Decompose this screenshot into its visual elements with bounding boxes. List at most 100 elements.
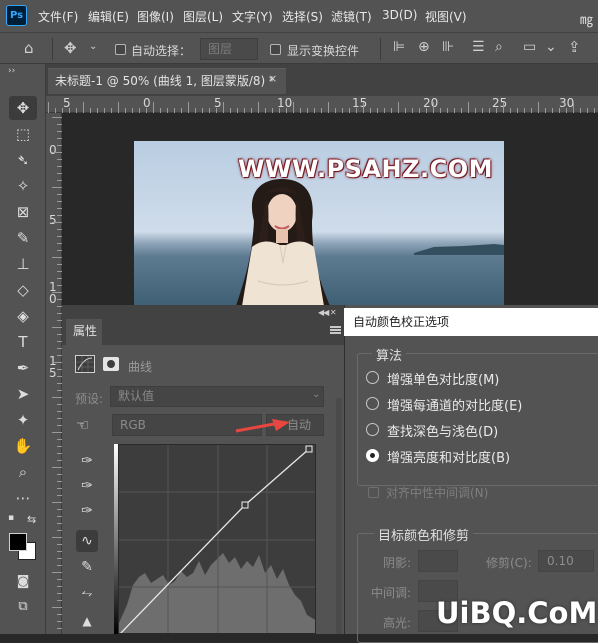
menu-view[interactable]: 视图(V) (425, 8, 467, 25)
auto-select-checkbox[interactable] (115, 44, 126, 55)
vertical-ruler: 0 5 1 0 1 5 (46, 113, 62, 634)
white-point-eyedropper-icon[interactable]: ✑ (76, 500, 98, 522)
radio-find-dark-light[interactable] (366, 423, 379, 436)
brush-tool-icon[interactable]: ✎ (9, 226, 37, 250)
radio-enhance-brightness-contrast[interactable] (366, 449, 379, 462)
target-colors-group-label: 目标颜色和修剪 (374, 525, 474, 544)
preset-dropdown[interactable]: 默认值 (110, 386, 324, 407)
ruler-tick (223, 102, 224, 113)
menu-image[interactable]: 图像(I) (137, 8, 174, 25)
ruler-label: 1 0 (49, 280, 57, 306)
clip-label: 修剪(C): (486, 556, 532, 570)
radio-enhance-monochromatic[interactable] (366, 371, 379, 384)
option-enhance-brightness-contrast[interactable]: 增强亮度和对比度(B) (387, 447, 510, 466)
default-colors-icon[interactable]: ▪ (8, 513, 14, 523)
zoom-tool-icon[interactable]: ⌕ (9, 460, 37, 484)
ruler-tick (52, 257, 62, 258)
clipping-warning-icon[interactable]: ▲ (76, 610, 98, 632)
distribute-icon[interactable]: ☰ (472, 39, 485, 55)
magic-wand-tool-icon[interactable]: ✧ (9, 174, 37, 198)
menu-layer[interactable]: 图层(L) (183, 8, 223, 25)
curve-edit-points-icon[interactable]: ∿ (76, 530, 98, 552)
panel-scrollbar[interactable] (336, 398, 342, 634)
menu-filter[interactable]: 滤镜(T) (331, 8, 372, 25)
arrow-annotation (235, 419, 290, 433)
shape-tool-icon[interactable]: ✦ (9, 408, 37, 432)
gray-point-eyedropper-icon[interactable]: ✑ (76, 475, 98, 497)
option-enhance-monochromatic[interactable]: 增强单色对比度(M) (387, 369, 499, 388)
layer-mask-icon[interactable] (103, 357, 119, 371)
align-left-icon[interactable]: ⊫ (393, 39, 405, 55)
horizontal-ruler: 5 0 5 10 15 20 25 30 (46, 96, 598, 113)
snap-neutral-checkbox[interactable] (368, 487, 379, 498)
menu-3d[interactable]: 3D(D) (382, 8, 417, 22)
properties-header (62, 319, 346, 345)
quick-mask-icon[interactable]: ◙ (9, 570, 37, 594)
search-icon[interactable]: ⌕ (495, 39, 503, 55)
black-point-eyedropper-icon[interactable]: ✑ (76, 450, 98, 472)
stamp-tool-icon[interactable]: ⊥ (9, 252, 37, 276)
align-center-icon[interactable]: ⊕ (418, 39, 430, 55)
more-tools-icon[interactable]: ⋯ (9, 486, 37, 510)
ruler-tick (258, 102, 259, 113)
workspace-icon[interactable]: ▭ (523, 39, 536, 55)
hand-tool-icon[interactable]: ✋ (9, 434, 37, 458)
option-enhance-per-channel[interactable]: 增强每通道的对比度(E) (387, 395, 522, 414)
menu-file[interactable]: 文件(F) (38, 8, 78, 25)
move-tool-icon[interactable]: ✥ (9, 96, 37, 120)
preset-label: 预设: (75, 392, 104, 406)
radio-enhance-per-channel[interactable] (366, 397, 379, 410)
expand-icon[interactable]: ›› (8, 66, 15, 76)
document-tab[interactable]: 未标题-1 @ 50% (曲线 1, 图层蒙版/8) * (48, 68, 286, 94)
tab-properties[interactable]: 属性 (66, 319, 102, 345)
share-icon[interactable]: ⇪ (568, 38, 581, 56)
chevron-down-icon[interactable]: ⌄ (545, 39, 557, 55)
panel-menu-icon[interactable] (330, 326, 341, 334)
ruler-tick (52, 222, 62, 223)
ruler-tick (52, 607, 62, 608)
menu-type[interactable]: 文字(Y) (232, 8, 273, 25)
menu-edit[interactable]: 编辑(E) (88, 8, 129, 25)
crop-tool-icon[interactable]: ⊠ (9, 200, 37, 224)
ruler-label: 25 (492, 96, 508, 110)
smooth-curve-icon[interactable]: ⥊ (76, 582, 98, 604)
pen-tool-icon[interactable]: ✒ (9, 356, 37, 380)
foreground-color-swatch[interactable] (9, 533, 27, 551)
ruler-tick (433, 102, 434, 113)
show-transform-label: 显示变换控件 (287, 44, 360, 58)
show-transform-checkbox[interactable] (270, 44, 281, 55)
home-icon[interactable]: ⌂ (24, 39, 34, 57)
adjustment-name: 曲线 (128, 360, 153, 374)
path-selection-tool-icon[interactable]: ➤ (9, 382, 37, 406)
ruler-label: 0 (49, 143, 57, 157)
align-right-icon[interactable]: ⊪ (442, 39, 454, 55)
ruler-tick (83, 102, 84, 113)
eraser-tool-icon[interactable]: ◇ (9, 278, 37, 302)
on-image-adjust-icon[interactable]: ☜ (76, 416, 89, 434)
screen-mode-icon[interactable]: ⧉ (9, 595, 37, 619)
panel-strip (62, 305, 346, 319)
move-tool-icon[interactable]: ✥ (64, 39, 77, 57)
curves-graph[interactable] (118, 444, 316, 634)
swap-colors-icon[interactable]: ⇆ (27, 513, 36, 526)
collapse-icon[interactable]: ◀◀ ✕ (318, 308, 337, 317)
ruler-tick (52, 572, 62, 573)
clip-input[interactable]: 0.10 (538, 550, 594, 572)
paint-bucket-tool-icon[interactable]: ◈ (9, 304, 37, 328)
ruler-tick (52, 117, 62, 118)
menu-select[interactable]: 选择(S) (282, 8, 323, 25)
menu-bar: Ps 文件(F) 编辑(E) 图像(I) 图层(L) 文字(Y) 选择(S) 滤… (0, 0, 598, 32)
layer-dropdown[interactable]: 图层 (200, 38, 258, 60)
window-menu-icon[interactable]: ㎎ (580, 9, 593, 28)
chevron-down-icon[interactable]: ⌄ (89, 41, 97, 52)
marquee-tool-icon[interactable]: ⬚ (9, 122, 37, 146)
close-icon[interactable]: × (268, 72, 277, 85)
curves-adjustment-icon (75, 355, 95, 373)
text-tool-icon[interactable]: T (9, 330, 37, 354)
option-find-dark-light[interactable]: 查找深色与浅色(D) (387, 421, 498, 440)
ruler-tick (52, 467, 62, 468)
ruler-tick (52, 292, 62, 293)
pencil-draw-icon[interactable]: ✎ (76, 556, 98, 578)
lasso-tool-icon[interactable]: ➴ (9, 148, 37, 172)
shadows-swatch[interactable] (418, 550, 458, 572)
